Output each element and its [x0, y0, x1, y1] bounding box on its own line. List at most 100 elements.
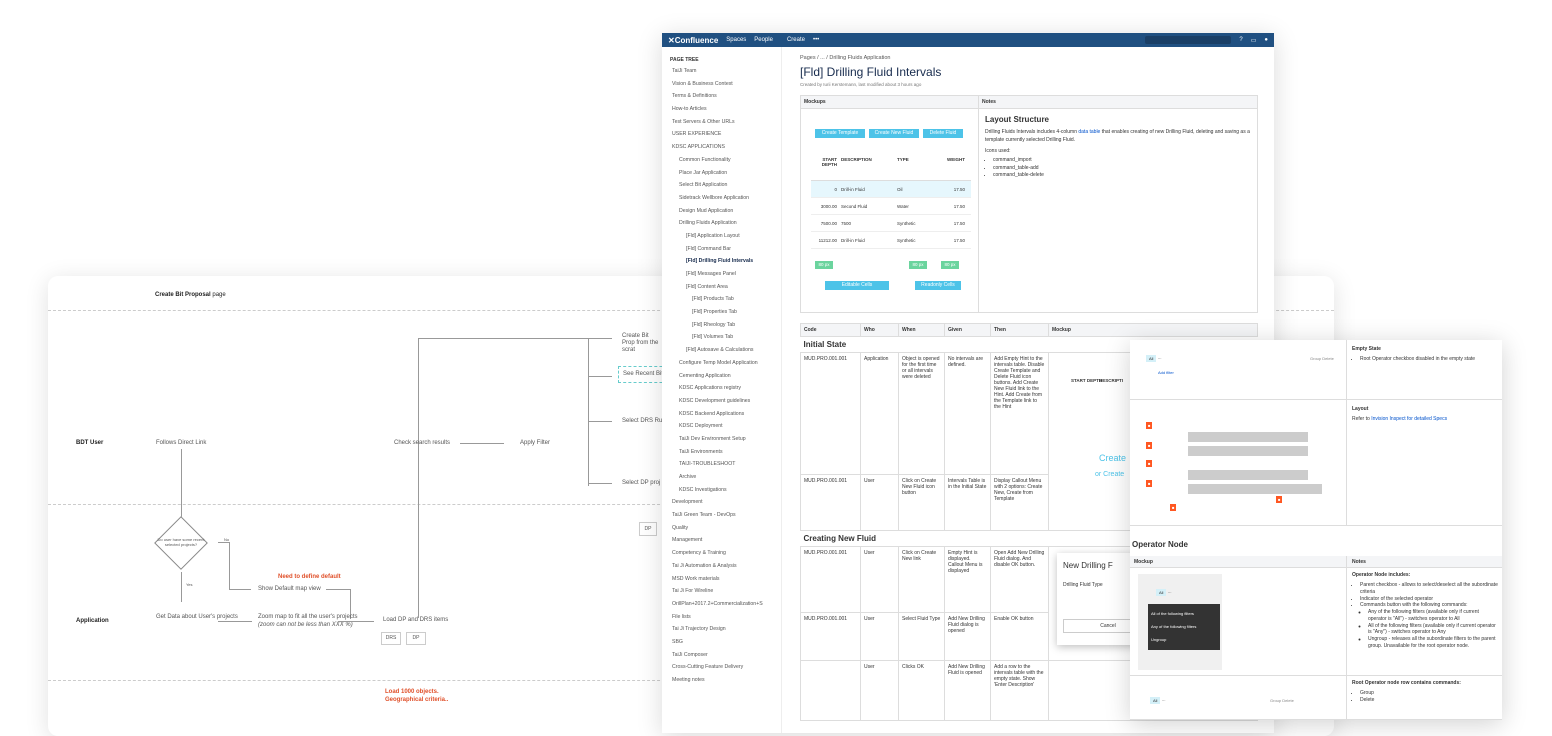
- tree-item[interactable]: Meeting notes: [670, 674, 773, 687]
- lane-label-bdt: BDT User: [76, 440, 104, 446]
- col-divider: [1346, 400, 1347, 525]
- tree-item[interactable]: Cross-Cutting Feature Delivery: [670, 661, 773, 674]
- drs-box: DRS: [381, 632, 401, 645]
- tree-item[interactable]: TaiJi Team: [670, 65, 773, 78]
- tree-item[interactable]: KDSC Deployment: [670, 420, 773, 433]
- tree-item[interactable]: OrillPlan+2017.2+Commercialization+S: [670, 598, 773, 611]
- tree-item[interactable]: Tai Ji Automation & Analysis: [670, 560, 773, 573]
- page-tree-list: TaiJi Team Vision & Business Context Terms…: [670, 65, 773, 687]
- create-template-btn: Create Template: [815, 129, 865, 138]
- tree-item[interactable]: Select Bit Application: [670, 179, 773, 192]
- connector: [326, 589, 350, 590]
- tree-item[interactable]: USER EXPERIENCE: [670, 128, 773, 141]
- tree-item[interactable]: TAIJI-TROUBLESHOOT: [670, 458, 773, 471]
- tree-item[interactable]: TaiJi Composer: [670, 649, 773, 662]
- decision-text: Do user have some recent selected projec…: [157, 537, 205, 547]
- icons-list: command_importcommand_table-addcommand_t…: [985, 157, 1251, 180]
- tree-item[interactable]: [Fld] Rheology Tab: [670, 319, 773, 332]
- help-icon[interactable]: ?: [1239, 37, 1242, 43]
- tree-item[interactable]: Vision & Business Context: [670, 78, 773, 91]
- tree-item[interactable]: TaiJi Dev Environment Setup: [670, 433, 773, 446]
- lane-label-app: Application: [76, 618, 109, 624]
- nav-people[interactable]: People: [754, 37, 773, 43]
- invision-link[interactable]: Invision Inspect for detailed Specs: [1371, 416, 1447, 422]
- connector: [588, 376, 612, 377]
- tree-item[interactable]: Cementing Application: [670, 370, 773, 383]
- tree-item[interactable]: KDSC APPLICATIONS: [670, 141, 773, 154]
- tree-item[interactable]: KDSC Applications registry: [670, 382, 773, 395]
- node-create-bit: Create Bit Prop from the scrat: [622, 333, 659, 354]
- mockup-cell: Create Template Create New Fluid Delete …: [800, 108, 979, 313]
- tree-item[interactable]: Configure Temp Model Application: [670, 357, 773, 370]
- connector: [218, 621, 252, 622]
- tree-item[interactable]: Drilling Fluids Application: [670, 217, 773, 230]
- tree-item[interactable]: MSD Work materials: [670, 573, 773, 586]
- tree-item[interactable]: Place Jar Application: [670, 167, 773, 180]
- tree-item[interactable]: Tai Ji For Wireline: [670, 585, 773, 598]
- mockups-header: Mockups: [800, 95, 979, 109]
- notifications-icon[interactable]: ▭: [1251, 37, 1257, 44]
- mockups-table: Mockups Notes Create Template Create New …: [800, 95, 1258, 313]
- tree-item[interactable]: Test Servers & Other URLs: [670, 116, 773, 129]
- editable-cells-label: Editable Cells: [825, 281, 889, 290]
- tree-item[interactable]: Management: [670, 534, 773, 547]
- tree-item[interactable]: KDSC Development guidelines: [670, 395, 773, 408]
- tree-item[interactable]: TaiJi Environments: [670, 446, 773, 459]
- empty-state-heading: Empty State: [1352, 346, 1381, 352]
- connector: [418, 338, 419, 618]
- tree-item[interactable]: Archive: [670, 471, 773, 484]
- tree-item[interactable]: Design Mud Application: [670, 205, 773, 218]
- tree-item[interactable]: Common Functionality: [670, 154, 773, 167]
- tree-item[interactable]: Quality: [670, 522, 773, 535]
- search-input[interactable]: [1145, 36, 1232, 44]
- node-select-drs: Select DRS Ru: [622, 418, 663, 424]
- tree-item[interactable]: KDSC Backend Applications: [670, 408, 773, 421]
- empty-state-row: All ··· Add filter Group Delete Empty St…: [1130, 340, 1502, 400]
- user-avatar-icon[interactable]: ●: [1264, 37, 1268, 43]
- dp-box: DP: [406, 632, 426, 645]
- tree-item[interactable]: [Fld] Application Layout: [670, 230, 773, 243]
- tree-item[interactable]: [Fld] Autosave & Calculations: [670, 344, 773, 357]
- flow-title: Create Bit Proposal page: [155, 292, 226, 298]
- tree-item[interactable]: TaiJi Green Team - DevOps: [670, 509, 773, 522]
- connector: [460, 443, 504, 444]
- operator-node-heading: Operator Node: [1132, 540, 1189, 549]
- notes-cell: Layout Structure Drilling Fluids Interva…: [978, 108, 1258, 313]
- tree-item[interactable]: Development: [670, 496, 773, 509]
- breadcrumb[interactable]: Pages / ... / Drilling Fluids Applicatio…: [800, 55, 1258, 61]
- tree-item[interactable]: Competency & Training: [670, 547, 773, 560]
- delete-fluid-btn: Delete Fluid: [923, 129, 963, 138]
- nav-create[interactable]: Create: [787, 37, 805, 43]
- px-label: 80 px: [909, 261, 927, 269]
- tree-item[interactable]: [Fld] Content Area: [670, 281, 773, 294]
- tree-item[interactable]: [Fld] Volumes Tab: [670, 331, 773, 344]
- icons-used: Icons used:: [985, 148, 1011, 154]
- tree-item[interactable]: [Fld] Products Tab: [670, 293, 773, 306]
- notes-header: Notes: [978, 95, 1258, 109]
- tree-item[interactable]: Sidetrack Wellbore Application: [670, 192, 773, 205]
- connector: [418, 338, 588, 339]
- connector: [229, 589, 251, 590]
- data-table-link[interactable]: data table: [1078, 129, 1100, 135]
- tree-item[interactable]: Terms & Definitions: [670, 90, 773, 103]
- tree-item[interactable]: [Fld] Messages Panel: [670, 268, 773, 281]
- px-label: 80 px: [815, 261, 833, 269]
- confluence-logo[interactable]: ✕Confluence: [668, 36, 718, 45]
- mock-row: 7500.00 7500 Synthetic 17.50: [811, 215, 971, 232]
- tree-item[interactable]: [Fld] Properties Tab: [670, 306, 773, 319]
- node-check-results: Check search results: [394, 440, 451, 446]
- top-navbar: ✕Confluence Spaces People Create ••• ? ▭…: [662, 33, 1274, 47]
- nav-more[interactable]: •••: [813, 37, 819, 43]
- tree-item[interactable]: SBG: [670, 636, 773, 649]
- node-follows-link: Follows Direct Link: [156, 440, 207, 446]
- tree-item[interactable]: Tai Ji Trajectory Design: [670, 623, 773, 636]
- nav-spaces[interactable]: Spaces: [726, 37, 746, 43]
- page-tree-sidebar: PAGE TREE TaiJi Team Vision & Business Co…: [662, 47, 782, 733]
- connector: [588, 421, 612, 422]
- tree-item[interactable]: [Fld] Drilling Fluid Intervals: [670, 255, 773, 268]
- tree-item[interactable]: How-to Articles: [670, 103, 773, 116]
- px-label: 80 px: [941, 261, 959, 269]
- tree-item[interactable]: KDSC Investigations: [670, 484, 773, 497]
- tree-item[interactable]: [Fld] Command Bar: [670, 243, 773, 256]
- tree-item[interactable]: File lists: [670, 611, 773, 624]
